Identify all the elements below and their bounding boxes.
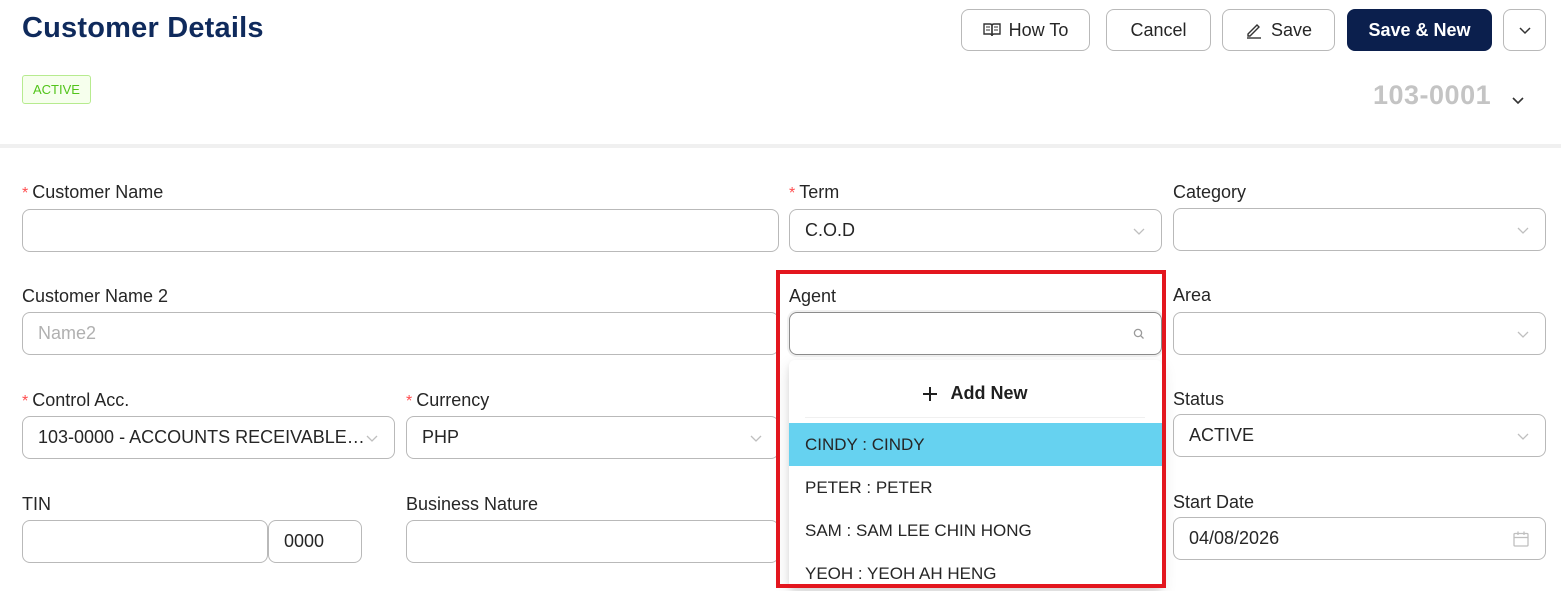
status-badge: ACTIVE: [22, 75, 91, 104]
customer-name-2-input[interactable]: Name2: [22, 312, 779, 355]
tin-branch-input[interactable]: 0000: [268, 520, 362, 563]
start-date-picker[interactable]: 04/08/2026: [1173, 517, 1546, 560]
status-label: Status: [1173, 389, 1225, 409]
chevron-down-icon: [366, 435, 378, 442]
how-to-label: How To: [1008, 19, 1069, 40]
chevron-down-icon: [1517, 331, 1529, 338]
customer-name-2-placeholder: Name2: [38, 323, 97, 343]
chevron-down-icon: [1517, 433, 1529, 440]
document-number: 103-0001: [1373, 80, 1492, 110]
area-label: Area: [1173, 285, 1212, 305]
customer-name-label: Customer Name: [22, 182, 163, 203]
save-button[interactable]: Save: [1222, 9, 1335, 51]
currency-label: Currency: [406, 390, 489, 411]
how-to-button[interactable]: How To: [961, 9, 1090, 51]
start-date-label: Start Date: [1173, 492, 1255, 512]
category-label: Category: [1173, 182, 1247, 202]
status-select[interactable]: ACTIVE: [1173, 414, 1546, 457]
customer-name-input[interactable]: [22, 209, 779, 252]
tin-branch-value: 0000: [284, 531, 325, 551]
chevron-down-icon: [750, 435, 762, 442]
page-title: Customer Details: [22, 12, 264, 44]
save-label: Save: [1270, 19, 1313, 40]
business-nature-label: Business Nature: [406, 494, 539, 514]
cancel-button[interactable]: Cancel: [1106, 9, 1211, 51]
currency-select[interactable]: PHP: [406, 416, 779, 459]
term-label: Term: [789, 182, 839, 203]
pen-icon: [1246, 24, 1261, 39]
customer-name-2-label: Customer Name 2: [22, 286, 169, 306]
term-select[interactable]: C.O.D: [789, 209, 1162, 252]
control-acc-value: 103-0000 - ACCOUNTS RECEIVABLE TRADE: [38, 427, 365, 447]
control-acc-label: Control Acc.: [22, 390, 129, 411]
business-nature-input[interactable]: [406, 520, 779, 563]
control-acc-select[interactable]: 103-0000 - ACCOUNTS RECEIVABLE TRADE: [22, 416, 395, 459]
category-select[interactable]: [1173, 208, 1546, 251]
currency-value: PHP: [422, 427, 460, 447]
tin-label: TIN: [22, 494, 51, 514]
highlight-box: [776, 270, 1166, 588]
book-icon: [982, 23, 1001, 37]
save-and-new-button[interactable]: Save & New: [1347, 9, 1492, 51]
chevron-down-icon: [1517, 227, 1529, 234]
chevron-down-icon: [1518, 27, 1531, 35]
calendar-icon: [1513, 531, 1529, 547]
chevron-down-icon: [1133, 228, 1145, 235]
more-options-button[interactable]: [1503, 9, 1546, 51]
start-date-value: 04/08/2026: [1189, 528, 1280, 548]
header-divider: [0, 144, 1561, 148]
chevron-down-icon[interactable]: [1510, 92, 1526, 108]
area-select[interactable]: [1173, 312, 1546, 355]
term-value: C.O.D: [805, 220, 856, 240]
tin-input[interactable]: [22, 520, 268, 563]
status-value: ACTIVE: [1189, 425, 1255, 445]
